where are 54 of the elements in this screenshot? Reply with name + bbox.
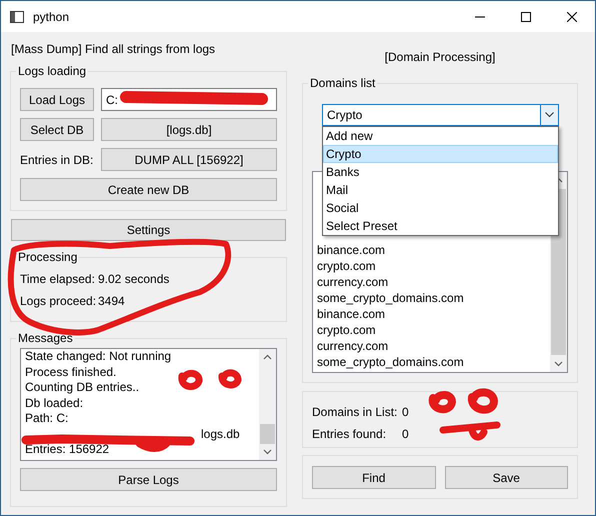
section-heading: [Domain Processing] bbox=[384, 49, 496, 66]
stat-value: 0 bbox=[402, 405, 409, 419]
domain-item[interactable]: currency.com bbox=[317, 339, 388, 353]
chevron-icon bbox=[545, 112, 554, 118]
group-title: Logs loading bbox=[17, 64, 88, 78]
dropdown-option[interactable]: Mail bbox=[323, 181, 558, 199]
close-icon[interactable] bbox=[567, 12, 577, 22]
domain-item[interactable]: some_crypto_domains.com bbox=[317, 291, 464, 305]
stat-label: Time elapsed: bbox=[20, 272, 96, 286]
domain-item[interactable]: currency.com bbox=[317, 275, 388, 289]
group-title: Domains list bbox=[309, 76, 376, 90]
stat-value: 9.02 seconds bbox=[98, 272, 170, 286]
group-title: Messages bbox=[17, 331, 74, 345]
dropdown-option[interactable]: Crypto bbox=[323, 145, 558, 163]
domain-item[interactable]: some_crypto_domains.com bbox=[317, 355, 464, 369]
log-line: Counting DB entries.. bbox=[25, 380, 140, 394]
db-file-button[interactable]: [logs.db] bbox=[101, 118, 277, 141]
action-button[interactable]: Save bbox=[444, 466, 568, 489]
domain-item[interactable]: crypto.com bbox=[317, 323, 376, 337]
log-line: Path: C: bbox=[25, 411, 68, 425]
section-heading: [Mass Dump] Find all strings from logs bbox=[10, 41, 216, 58]
log-line: logs.db bbox=[201, 426, 240, 440]
app-icon bbox=[10, 10, 24, 22]
entries-label: Entries in DB: bbox=[20, 152, 94, 166]
domain-item[interactable]: binance.com bbox=[317, 243, 386, 257]
create-db-button[interactable]: Create new DB bbox=[20, 178, 277, 201]
stat-label: Logs proceed: bbox=[20, 294, 98, 308]
parse-logs-button[interactable]: Parse Logs bbox=[20, 468, 277, 491]
group-title: Processing bbox=[17, 250, 78, 264]
log-line: State changed: Not running bbox=[25, 349, 172, 363]
scribble-stroke bbox=[440, 422, 500, 441]
log-line: Db loaded: bbox=[25, 396, 84, 410]
load-logs-button[interactable]: Load Logs bbox=[20, 88, 94, 111]
domain-item[interactable]: binance.com bbox=[317, 307, 386, 321]
scrollbar[interactable] bbox=[259, 349, 276, 460]
dropdown-option[interactable]: Social bbox=[323, 199, 558, 217]
log-line: Process finished. bbox=[25, 364, 116, 378]
dump-all-button[interactable]: DUMP ALL [156922] bbox=[101, 148, 277, 171]
maximize-icon[interactable] bbox=[521, 12, 531, 22]
select-db-button[interactable]: Select DB bbox=[20, 118, 94, 141]
log-line: Entries: 156922 bbox=[25, 442, 110, 456]
scroll-thumb[interactable] bbox=[260, 424, 275, 444]
message-log[interactable]: State changed: Not running Process finished. Counting DB entries.. Db loaded: Path: C: logs.db Entries: 156922 bbox=[20, 348, 277, 461]
domain-item[interactable]: crypto.com bbox=[317, 259, 376, 273]
stat-label: Domains in List: bbox=[312, 405, 398, 419]
stat-value: 3494 bbox=[98, 294, 125, 308]
dropdown-option[interactable]: Add new bbox=[323, 127, 558, 145]
dropdown-option[interactable]: Select Preset bbox=[323, 217, 558, 235]
action-button[interactable]: Find bbox=[312, 466, 436, 489]
window-title: python bbox=[33, 10, 70, 24]
preset-dropdown[interactable]: Crypto bbox=[322, 104, 559, 126]
stat-value: 0 bbox=[402, 427, 409, 441]
stat-label: Entries found: bbox=[312, 427, 388, 441]
settings-button[interactable]: Settings bbox=[11, 219, 286, 241]
